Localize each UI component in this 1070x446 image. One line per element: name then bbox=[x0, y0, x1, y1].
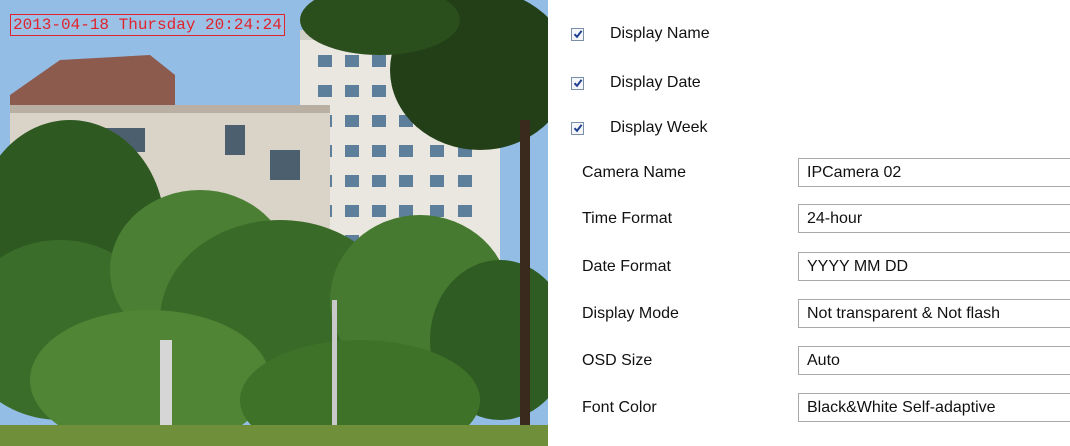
time-format-select[interactable]: 24-hour bbox=[798, 204, 1070, 233]
display-date-label: Display Date bbox=[610, 74, 701, 91]
display-date-row[interactable]: Display Date bbox=[571, 72, 701, 94]
display-week-row[interactable]: Display Week bbox=[571, 117, 708, 139]
check-icon bbox=[573, 124, 582, 133]
check-icon bbox=[573, 79, 582, 88]
font-color-label: Font Color bbox=[582, 399, 657, 416]
display-name-label: Display Name bbox=[610, 25, 710, 42]
display-week-checkbox[interactable] bbox=[571, 121, 584, 135]
display-name-row[interactable]: Display Name bbox=[571, 23, 710, 45]
display-mode-select[interactable]: Not transparent & Not flash bbox=[798, 299, 1070, 328]
display-mode-value: Not transparent & Not flash bbox=[807, 304, 1000, 322]
date-format-value: YYYY MM DD bbox=[807, 257, 909, 275]
camera-name-input[interactable] bbox=[799, 159, 1070, 186]
display-name-checkbox[interactable] bbox=[571, 27, 584, 41]
camera-name-label: Camera Name bbox=[582, 164, 687, 181]
time-format-value: 24-hour bbox=[807, 209, 863, 227]
camera-preview-image bbox=[0, 0, 548, 446]
osd-size-label: OSD Size bbox=[582, 352, 653, 369]
camera-name-field[interactable] bbox=[798, 158, 1070, 187]
date-format-select[interactable]: YYYY MM DD bbox=[798, 252, 1070, 281]
display-mode-label: Display Mode bbox=[582, 305, 679, 322]
time-format-label: Time Format bbox=[582, 210, 673, 227]
display-date-checkbox[interactable] bbox=[571, 76, 584, 90]
osd-size-value: Auto bbox=[807, 351, 840, 369]
osd-datetime-overlay: 2013-04-18 Thursday 20:24:24 bbox=[10, 14, 285, 36]
date-format-label: Date Format bbox=[582, 258, 671, 275]
osd-settings-panel: Display Name Display Date Display Week C… bbox=[565, 0, 1070, 446]
camera-preview: 2013-04-18 Thursday 20:24:24 bbox=[0, 0, 548, 446]
osd-size-select[interactable]: Auto bbox=[798, 346, 1070, 375]
check-icon bbox=[573, 30, 582, 39]
font-color-select[interactable]: Black&White Self-adaptive bbox=[798, 393, 1070, 422]
display-week-label: Display Week bbox=[610, 119, 708, 136]
font-color-value: Black&White Self-adaptive bbox=[807, 398, 996, 416]
